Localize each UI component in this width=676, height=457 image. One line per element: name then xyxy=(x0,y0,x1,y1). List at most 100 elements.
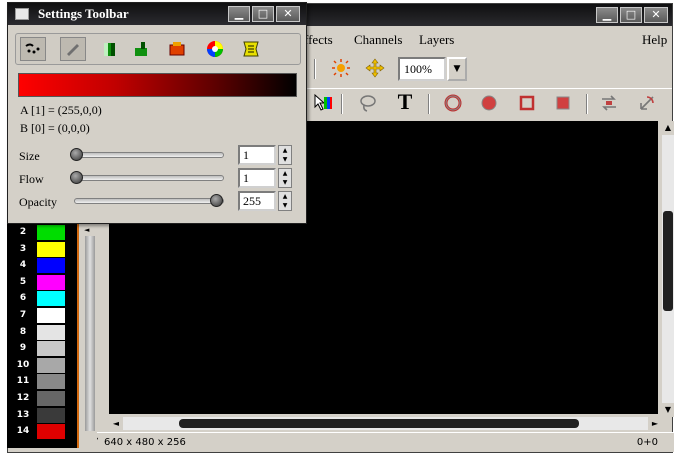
zoom-input[interactable]: 100% xyxy=(398,57,446,81)
settings-maximize-button[interactable]: □ xyxy=(252,6,274,22)
palette-swatch[interactable] xyxy=(37,308,65,323)
rotate-icon[interactable] xyxy=(636,92,658,114)
color-gradient-preview[interactable] xyxy=(18,73,297,97)
palette-index: 8 xyxy=(19,326,27,337)
palette-entry[interactable]: 7 xyxy=(7,307,79,323)
text-tool-icon[interactable]: T xyxy=(394,89,416,114)
palette-entry[interactable]: 2 xyxy=(7,224,79,240)
settings-titlebar[interactable]: Settings Toolbar ▁ □ ✕ xyxy=(8,3,306,25)
move-icon[interactable] xyxy=(364,57,386,79)
palette-swatch[interactable] xyxy=(37,424,65,440)
color-palette: 2 3 4 5 6 7 8 9 10 11 12 13 14 xyxy=(7,222,79,448)
palette-index: 10 xyxy=(16,359,30,370)
shape-circle-outline-icon[interactable] xyxy=(442,92,464,114)
settings-close-button[interactable]: ✕ xyxy=(276,6,300,22)
settings-toolbar-window: Settings Toolbar ▁ □ ✕ A [1] = (255,0,0)… xyxy=(7,2,307,224)
cursor-position: 0+0 xyxy=(636,437,658,448)
pencil-icon[interactable] xyxy=(60,37,86,61)
palette-entry[interactable]: 4 xyxy=(7,257,79,274)
palette-swatch[interactable] xyxy=(37,324,65,340)
palette-entry[interactable]: 13 xyxy=(7,407,79,423)
scroll-down-arrow-icon[interactable]: ▼ xyxy=(662,403,674,417)
palette-swatch[interactable] xyxy=(37,274,65,290)
palette-swatch[interactable] xyxy=(37,391,65,406)
palette-entry[interactable]: 8 xyxy=(7,324,79,340)
palette-entry[interactable]: 9 xyxy=(7,340,79,357)
opacity-input[interactable]: 255 xyxy=(238,191,276,211)
scroll-left-arrow-icon[interactable]: ◄ xyxy=(109,417,123,430)
palette-swatch[interactable] xyxy=(37,225,65,240)
flow-input[interactable]: 1 xyxy=(238,168,276,188)
primary-color-readout: A [1] = (255,0,0) xyxy=(20,103,102,117)
palette-index: 4 xyxy=(19,260,27,271)
palette-swatch[interactable] xyxy=(37,341,65,357)
palette-index: 7 xyxy=(19,310,27,320)
palette-index: 5 xyxy=(19,276,27,287)
scroll-right-arrow-icon[interactable]: ► xyxy=(648,417,662,430)
shape-rect-filled-icon[interactable] xyxy=(552,92,574,114)
palette-entry[interactable]: 11 xyxy=(7,373,79,390)
zoom-dropdown-button[interactable]: ▼ xyxy=(447,57,467,81)
size-slider[interactable] xyxy=(72,152,224,158)
maximize-button[interactable]: □ xyxy=(620,7,642,23)
brush-icon[interactable] xyxy=(20,37,46,61)
status-bar: ▼ 640 x 480 x 256 0+0 xyxy=(92,432,674,452)
horizontal-scrollbar[interactable]: ◄ ► xyxy=(109,417,662,430)
secondary-color-readout: B [0] = (0,0,0) xyxy=(20,121,90,135)
palette-entry[interactable]: 12 xyxy=(7,390,79,406)
vertical-scrollbar[interactable]: ▲ ▼ xyxy=(662,121,674,417)
palette-swatch[interactable] xyxy=(37,374,65,390)
size-spinner[interactable]: ▲ ▼ xyxy=(278,145,292,165)
scroll-up-arrow-icon[interactable]: ▲ xyxy=(662,121,674,135)
brightness-icon[interactable] xyxy=(330,57,352,79)
shape-circle-filled-icon[interactable] xyxy=(478,92,500,114)
splitter-arrow-icon: ◄ xyxy=(84,226,90,234)
paint-bucket-icon[interactable] xyxy=(128,37,154,61)
gradient-fill-icon[interactable] xyxy=(96,37,122,61)
vertical-scroll-thumb[interactable] xyxy=(663,211,673,311)
color-picker-icon[interactable] xyxy=(312,92,334,114)
settings-minimize-button[interactable]: ▁ xyxy=(228,6,250,22)
horizontal-scroll-thumb[interactable] xyxy=(179,419,579,428)
palette-index: 6 xyxy=(19,293,27,304)
color-wheel-icon[interactable] xyxy=(202,37,228,61)
palette-swatch[interactable] xyxy=(37,357,65,373)
palette-index: 11 xyxy=(16,376,30,387)
opacity-slider[interactable] xyxy=(74,198,224,204)
size-input[interactable]: 1 xyxy=(238,145,276,165)
opacity-slider-knob[interactable] xyxy=(210,194,223,207)
palette-index: 12 xyxy=(16,393,30,403)
lasso-icon[interactable] xyxy=(357,92,379,114)
opacity-label: Opacity xyxy=(19,195,57,209)
stamp-icon[interactable] xyxy=(164,37,190,61)
menu-channels[interactable]: Channels xyxy=(354,32,402,48)
shape-rect-outline-icon[interactable] xyxy=(516,92,538,114)
minimize-button[interactable]: ▁ xyxy=(596,7,618,23)
flow-spinner[interactable]: ▲ ▼ xyxy=(278,168,292,188)
menu-layers[interactable]: Layers xyxy=(419,32,454,48)
palette-swatch[interactable] xyxy=(37,241,65,257)
menu-effects[interactable]: ffects xyxy=(304,32,333,48)
palette-entry[interactable]: 3 xyxy=(7,241,79,257)
size-slider-knob[interactable] xyxy=(70,148,83,161)
size-label: Size xyxy=(19,149,40,163)
palette-index: 2 xyxy=(19,227,27,237)
menu-help[interactable]: Help xyxy=(642,32,667,48)
flip-icon[interactable] xyxy=(598,92,620,114)
palette-entry[interactable]: 14 xyxy=(7,423,79,440)
palette-swatch[interactable] xyxy=(37,407,65,423)
palette-entry[interactable]: 6 xyxy=(7,290,79,307)
palette-entry[interactable]: 5 xyxy=(7,274,79,290)
opacity-spinner[interactable]: ▲ ▼ xyxy=(278,191,292,211)
palette-entry[interactable]: 10 xyxy=(7,357,79,373)
palette-index: 13 xyxy=(16,409,30,420)
settings-title: Settings Toolbar xyxy=(38,6,129,21)
palette-swatch[interactable] xyxy=(37,258,65,274)
palette-swatch[interactable] xyxy=(37,291,65,307)
palette-splitter[interactable]: ◄ xyxy=(81,222,97,448)
palette-index: 3 xyxy=(19,243,27,254)
flow-slider[interactable] xyxy=(72,175,224,181)
effects-icon[interactable] xyxy=(238,37,264,61)
close-button[interactable]: ✕ xyxy=(644,7,668,23)
flow-slider-knob[interactable] xyxy=(70,171,83,184)
